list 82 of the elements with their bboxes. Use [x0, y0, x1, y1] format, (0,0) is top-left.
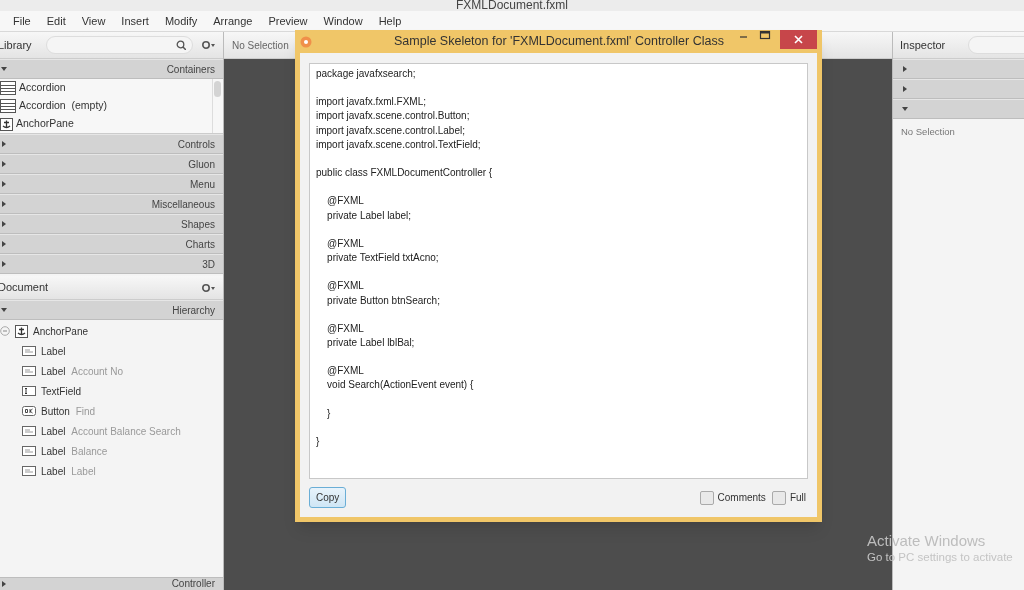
library-item[interactable]: Accordion: [0, 79, 223, 97]
section-header[interactable]: 3D: [0, 254, 223, 274]
button-icon: [22, 406, 36, 416]
dialog-title: Sample Skeleton for 'FXMLDocument.fxml' Controller Class: [394, 33, 724, 51]
section-title: Charts: [185, 237, 215, 252]
tree-item[interactable]: TextField: [0, 381, 223, 401]
library-item[interactable]: Accordion (empty): [0, 97, 223, 115]
collapsed-arrow-icon[interactable]: [0, 220, 8, 228]
scrollbar[interactable]: [212, 79, 221, 133]
collapsed-arrow-icon[interactable]: [0, 180, 8, 188]
section-header[interactable]: Miscellaneous: [0, 194, 223, 214]
anchor-icon: [15, 324, 28, 338]
menu-item[interactable]: Preview: [260, 12, 316, 30]
expanded-arrow-icon[interactable]: [0, 65, 8, 73]
section-header[interactable]: Controls: [0, 134, 223, 154]
label-icon: [22, 466, 36, 476]
copy-button[interactable]: Copy: [309, 487, 347, 508]
section-title: Controller: [171, 579, 215, 589]
empty-message: No Selection: [900, 125, 956, 139]
close-button[interactable]: [780, 30, 817, 49]
label-icon: [22, 366, 36, 376]
tree-item[interactable]: AnchorPane: [0, 321, 223, 341]
section-title: Gluon: [188, 157, 215, 172]
panel-title: Inspector: [900, 37, 946, 53]
collapsed-arrow-icon[interactable]: [901, 85, 909, 93]
selection-label: No Selection: [232, 38, 289, 53]
collapsed-arrow-icon[interactable]: [901, 65, 909, 73]
section-title: Shapes: [181, 217, 215, 232]
search-field[interactable]: [968, 36, 1024, 54]
checkbox[interactable]: [699, 490, 714, 505]
menu-item[interactable]: Help: [370, 12, 410, 30]
label-icon: [22, 346, 36, 356]
collapsed-arrow-icon[interactable]: [0, 160, 8, 168]
app-icon: [300, 35, 312, 48]
section-header[interactable]: Gluon: [0, 154, 223, 174]
label-icon: [22, 446, 36, 456]
library-item[interactable]: AnchorPane: [0, 115, 223, 133]
collapsed-arrow-icon[interactable]: [0, 260, 8, 268]
collapsed-arrow-icon[interactable]: [0, 240, 8, 248]
menu-item[interactable]: View: [73, 12, 114, 30]
collapsed-arrow-icon[interactable]: [0, 580, 8, 588]
search-icon: [176, 40, 186, 50]
section-header[interactable]: Menu: [0, 174, 223, 194]
menu-item[interactable]: File: [5, 12, 39, 30]
section-title: Controls: [177, 137, 215, 152]
checkbox-label: Comments: [717, 491, 766, 505]
expanded-arrow-icon[interactable]: [0, 306, 8, 314]
checkbox-label: Full: [789, 491, 806, 505]
code-text-area[interactable]: package javafxsearch; import javafx.fxml.FXML; import javafx.scene.control.Button; import javafx.scene.control.Label; import javafx.scene.control.TextField; public class FXMLDocumentController { @FXML private Label label; @FXML private TextField txtAcno; @FXML private Button btnSearch; @FXML private Label lblBal; @FXML void Search(ActionEvent event) { } }: [309, 63, 808, 479]
menu-item[interactable]: Insert: [113, 12, 157, 30]
section-header[interactable]: Containers: [0, 59, 223, 79]
settings-icon[interactable]: [201, 281, 215, 294]
menu-item[interactable]: Arrange: [205, 12, 261, 30]
tree-item[interactable]: Label Label: [0, 461, 223, 481]
menu-item[interactable]: Window: [315, 12, 371, 30]
section-header[interactable]: Hierarchy: [0, 300, 223, 320]
tree-item[interactable]: Label: [0, 341, 223, 361]
settings-icon[interactable]: [201, 39, 215, 51]
close-icon: [794, 35, 803, 44]
expanded-arrow-icon[interactable]: [901, 105, 909, 113]
section-title: 3D: [202, 257, 215, 272]
tree-item[interactable]: Label Account Balance Search: [0, 421, 223, 441]
menu-item[interactable]: Edit: [38, 12, 74, 30]
section-header[interactable]: Charts: [0, 234, 223, 254]
label-icon: [22, 426, 36, 436]
tree-item[interactable]: Label Account No: [0, 361, 223, 381]
text-field-icon: [22, 386, 36, 396]
section-title: Miscellaneous: [151, 197, 215, 212]
checkbox[interactable]: [771, 490, 786, 505]
maximize-icon[interactable]: [759, 30, 771, 41]
section-title: Menu: [190, 177, 215, 192]
section-header[interactable]: Controller: [0, 577, 223, 590]
tree-item[interactable]: Button Find: [0, 401, 223, 421]
menu-item[interactable]: Modify: [156, 12, 206, 30]
window-title: FXMLDocument.fxml: [456, 0, 568, 11]
tree-item[interactable]: Label Balance: [0, 441, 223, 461]
search-field[interactable]: [46, 36, 193, 54]
section-title: Hierarchy: [172, 303, 215, 318]
collapsed-arrow-icon[interactable]: [0, 200, 8, 208]
section-header[interactable]: Shapes: [0, 214, 223, 234]
section-title: Containers: [166, 62, 215, 77]
collapsed-arrow-icon[interactable]: [0, 140, 8, 148]
